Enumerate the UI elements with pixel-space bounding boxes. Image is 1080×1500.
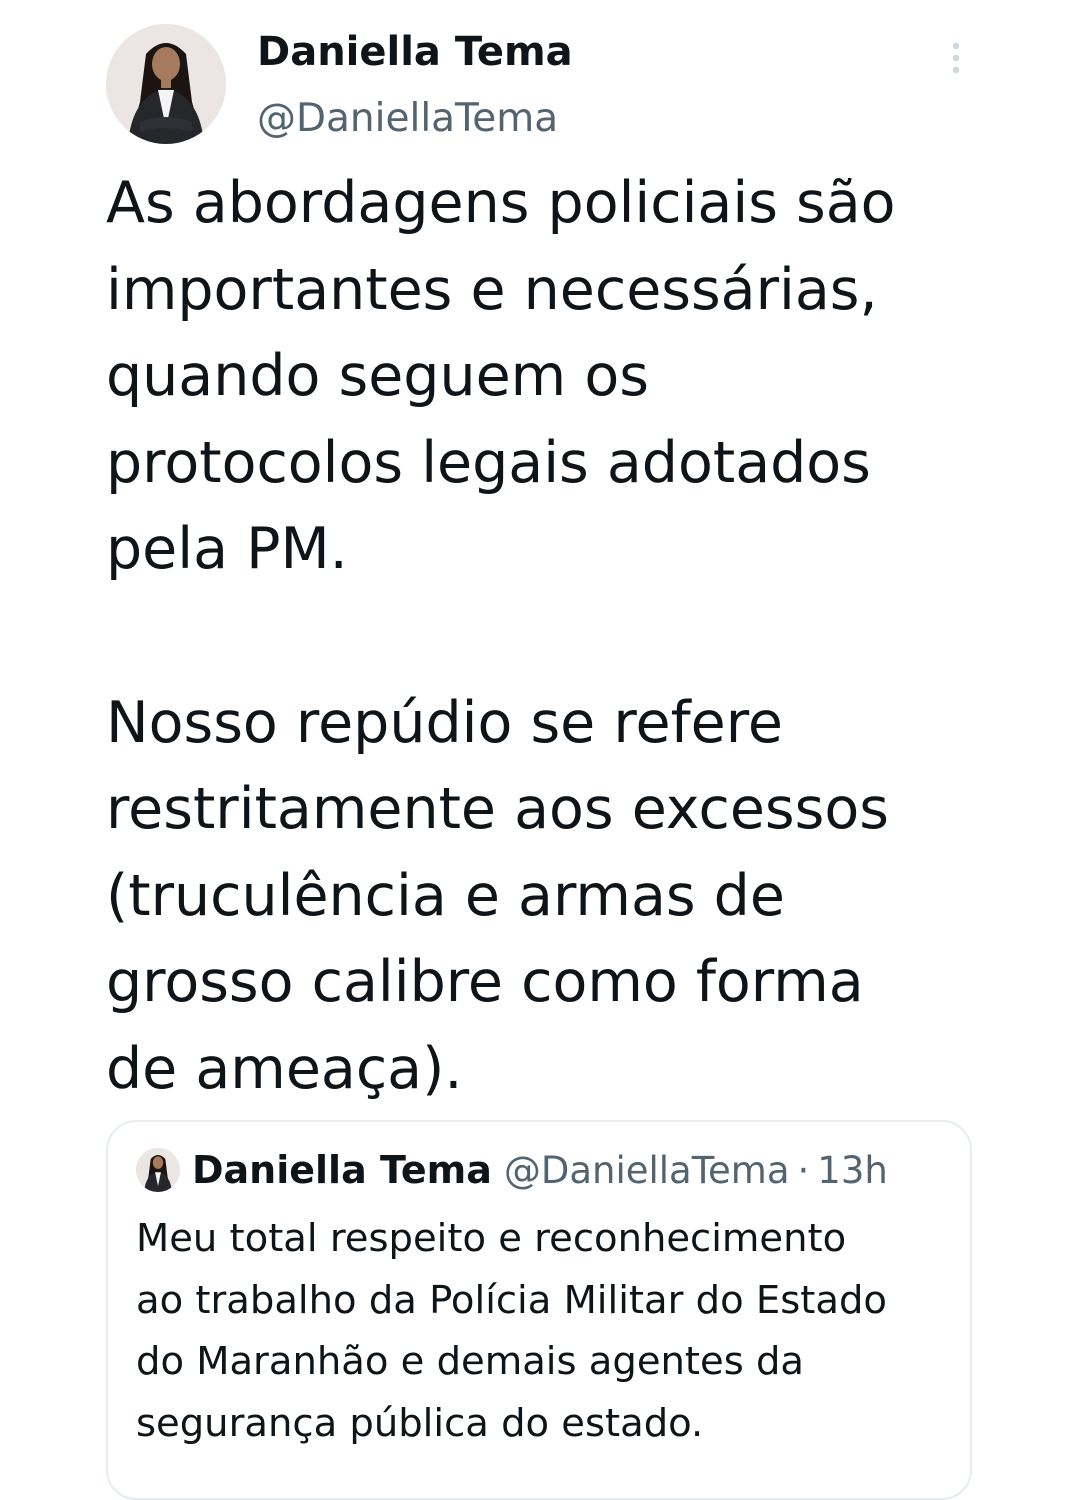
quoted-line: ao trabalho da Polícia Militar do Estado <box>136 1277 887 1323</box>
quoted-tweet-header: Daniella Tema @DaniellaTema · 13h <box>136 1146 888 1194</box>
tweet-line: restritamente aos excessos <box>106 776 889 843</box>
tweet-line: As abordagens policiais são <box>106 170 896 236</box>
quoted-line: do Maranhão e demais agentes da <box>136 1339 805 1384</box>
tweet-line: quando seguem os <box>106 343 649 410</box>
tweet-paragraph-2: Nosso repúdio se refere restritamente ao… <box>106 680 1006 1113</box>
author-avatar[interactable] <box>106 24 226 144</box>
tweet-line: pela PM. <box>106 516 348 583</box>
quoted-tweet-timestamp[interactable]: 13h <box>817 1149 888 1192</box>
separator-dot: · <box>797 1148 810 1192</box>
tweet-line: Nosso repúdio se refere <box>106 689 783 756</box>
vertical-ellipsis-icon <box>952 42 960 74</box>
quoted-line: segurança pública do estado. <box>136 1400 704 1446</box>
quoted-line: Meu total respeito e reconhecimento <box>136 1216 847 1261</box>
avatar-image <box>106 24 226 144</box>
tweet: Daniella Tema @DaniellaTema As abordagen… <box>0 0 1080 1500</box>
tweet-line: (truculência e armas de <box>106 862 785 929</box>
author-handle[interactable]: @DaniellaTema <box>257 94 558 144</box>
quoted-author-handle: @DaniellaTema <box>503 1148 790 1192</box>
avatar-image <box>136 1148 180 1192</box>
quoted-tweet-text: Meu total respeito e reconhecimento ao t… <box>136 1208 956 1454</box>
quoted-author-avatar <box>136 1148 180 1192</box>
tweet-line: importantes e necessárias, <box>106 256 878 323</box>
tweet-line: grosso calibre como forma <box>106 949 864 1016</box>
tweet-paragraph-1: As abordagens policiais são importantes … <box>106 160 1006 593</box>
tweet-line: protocolos legais adotados <box>106 429 871 496</box>
more-options-button[interactable] <box>938 36 974 80</box>
tweet-line: de ameaça). <box>106 1035 463 1102</box>
quoted-author-display-name: Daniella Tema <box>192 1148 492 1192</box>
quoted-tweet-card[interactable]: Daniella Tema @DaniellaTema · 13h Meu to… <box>106 1120 972 1500</box>
author-display-name[interactable]: Daniella Tema <box>257 26 573 78</box>
tweet-text: As abordagens policiais são importantes … <box>106 160 1006 1113</box>
